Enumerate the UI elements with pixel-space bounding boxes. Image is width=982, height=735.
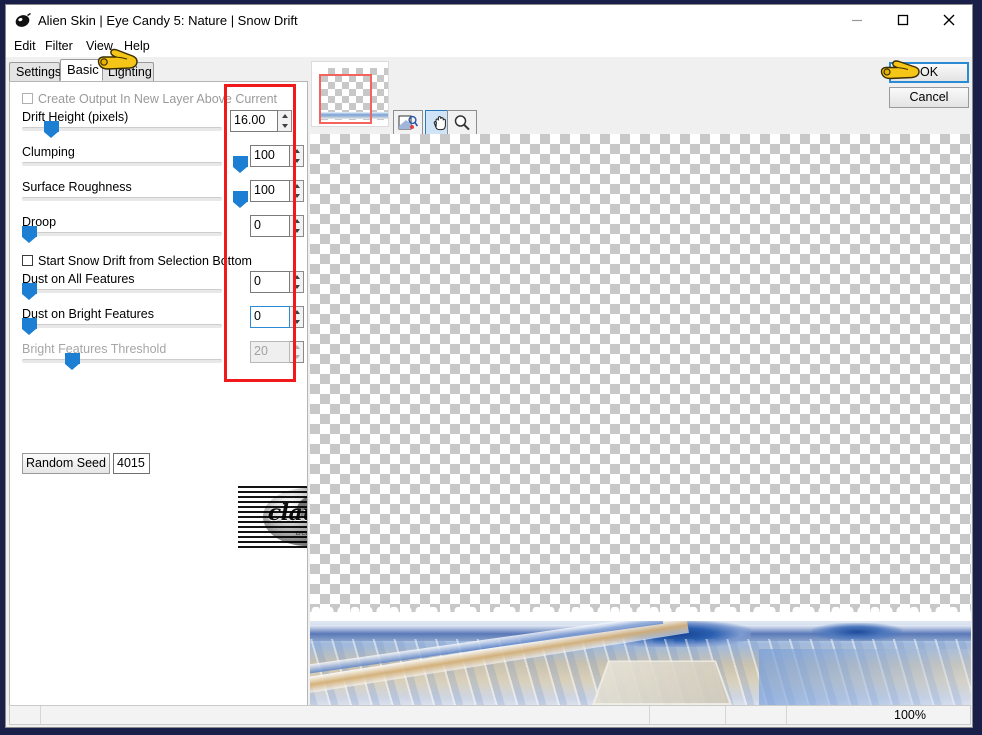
tab-settings[interactable]: Settings bbox=[9, 62, 61, 81]
drift-height-slider-thumb[interactable] bbox=[44, 121, 59, 138]
window-title: Alien Skin | Eye Candy 5: Nature | Snow … bbox=[38, 13, 298, 28]
dust-all-features-slider-track[interactable] bbox=[22, 289, 222, 293]
menu-item-filter[interactable]: Filter bbox=[45, 39, 73, 53]
preview-canvas[interactable] bbox=[310, 134, 971, 713]
minimize-button[interactable] bbox=[834, 5, 880, 35]
tab-strip: Settings Basic Lighting bbox=[6, 59, 306, 81]
checkbox-box bbox=[22, 255, 33, 266]
dust-bright-features-label: Dust on Bright Features bbox=[22, 307, 155, 321]
image-right-gradient bbox=[759, 649, 971, 711]
dust-bright-features-slider-thumb[interactable] bbox=[22, 318, 37, 335]
zoom-button[interactable] bbox=[447, 110, 477, 136]
close-button[interactable] bbox=[926, 5, 972, 35]
preview-toggle-button[interactable] bbox=[393, 110, 423, 136]
navigator-viewport-rect[interactable] bbox=[319, 74, 372, 124]
checkbox-box bbox=[22, 93, 33, 104]
surface-roughness-label: Surface Roughness bbox=[22, 180, 132, 194]
bright-features-threshold-slider-track bbox=[22, 359, 222, 363]
zoom-level-text: 100% bbox=[894, 708, 926, 722]
clumping-label: Clumping bbox=[22, 145, 75, 159]
dust-all-features-slider-thumb[interactable] bbox=[22, 283, 37, 300]
bright-features-threshold-label: Bright Features Threshold bbox=[22, 342, 167, 356]
status-cell-zoom bbox=[650, 706, 726, 724]
status-bar: 100% bbox=[9, 705, 971, 725]
tab-lighting[interactable]: Lighting bbox=[101, 62, 154, 81]
dust-bright-features-slider-track[interactable] bbox=[22, 324, 222, 328]
droop-slider-thumb[interactable] bbox=[22, 226, 37, 243]
bright-features-threshold-slider-thumb bbox=[65, 353, 80, 370]
status-cell-1 bbox=[10, 706, 41, 724]
random-seed-button[interactable]: Random Seed bbox=[22, 453, 110, 474]
title-bar: Alien Skin | Eye Candy 5: Nature | Snow … bbox=[6, 5, 972, 37]
dust-all-features-label: Dust on All Features bbox=[22, 272, 135, 286]
claudia-watermark: claudia creations bbox=[238, 486, 307, 549]
menu-item-view[interactable]: View bbox=[86, 39, 113, 53]
preview-image bbox=[310, 621, 971, 711]
navigator-thumbnail[interactable] bbox=[311, 61, 389, 127]
maximize-button[interactable] bbox=[880, 5, 926, 35]
droop-slider-track[interactable] bbox=[22, 232, 222, 236]
menu-bar: Edit Filter View Help bbox=[6, 37, 972, 57]
clumping-slider-track[interactable] bbox=[22, 162, 222, 166]
watermark-subtitle: creations bbox=[295, 530, 307, 537]
tab-basic[interactable]: Basic bbox=[60, 59, 103, 81]
alien-skin-icon bbox=[14, 12, 32, 30]
drift-height-label: Drift Height (pixels) bbox=[22, 110, 129, 124]
cancel-button[interactable]: Cancel bbox=[889, 87, 969, 108]
status-cell-4 bbox=[726, 706, 787, 724]
watermark-name: claudia bbox=[267, 500, 307, 526]
image-floor-panel bbox=[591, 660, 732, 706]
menu-item-edit[interactable]: Edit bbox=[14, 39, 36, 53]
menu-item-help[interactable]: Help bbox=[124, 39, 150, 53]
status-cell-2 bbox=[41, 706, 650, 724]
random-seed-input[interactable]: 4015 bbox=[113, 453, 150, 474]
plugin-window: Alien Skin | Eye Candy 5: Nature | Snow … bbox=[5, 4, 973, 728]
annotation-red-rectangle bbox=[224, 84, 296, 382]
surface-roughness-slider-track[interactable] bbox=[22, 197, 222, 201]
start-snow-drift-label: Start Snow Drift from Selection Bottom bbox=[38, 254, 252, 268]
ok-button[interactable]: OK bbox=[889, 62, 969, 83]
